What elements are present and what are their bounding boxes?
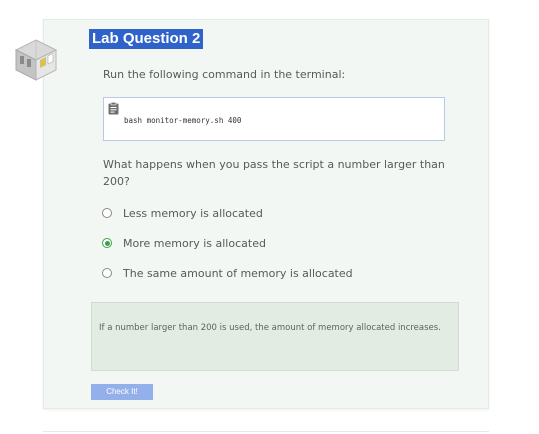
instruction-text: Run the following command in the termina… [103, 68, 346, 81]
building-icon [14, 39, 58, 81]
check-it-button[interactable]: Check It! [91, 384, 153, 400]
option-same-memory[interactable]: The same amount of memory is allocated [102, 265, 353, 281]
option-more-memory[interactable]: More memory is allocated [102, 235, 266, 251]
feedback-text: If a number larger than 200 is used, the… [99, 323, 441, 333]
lab-question-page: Lab Question 2 Run the following command… [0, 0, 539, 434]
option-label: More memory is allocated [123, 236, 266, 250]
radio-button[interactable] [102, 268, 112, 278]
divider [43, 431, 489, 432]
radio-button-selected[interactable] [102, 238, 112, 248]
option-label: Less memory is allocated [123, 206, 263, 220]
clipboard-icon[interactable] [108, 102, 119, 115]
radio-button[interactable] [102, 208, 112, 218]
code-command: bash monitor-memory.sh 400 [124, 116, 242, 125]
page-title: Lab Question 2 [89, 29, 204, 49]
code-block[interactable]: bash monitor-memory.sh 400 [103, 97, 445, 141]
feedback-box: If a number larger than 200 is used, the… [91, 302, 459, 371]
question-text: What happens when you pass the script a … [103, 158, 445, 188]
option-label: The same amount of memory is allocated [123, 266, 353, 280]
option-less-memory[interactable]: Less memory is allocated [102, 205, 263, 221]
